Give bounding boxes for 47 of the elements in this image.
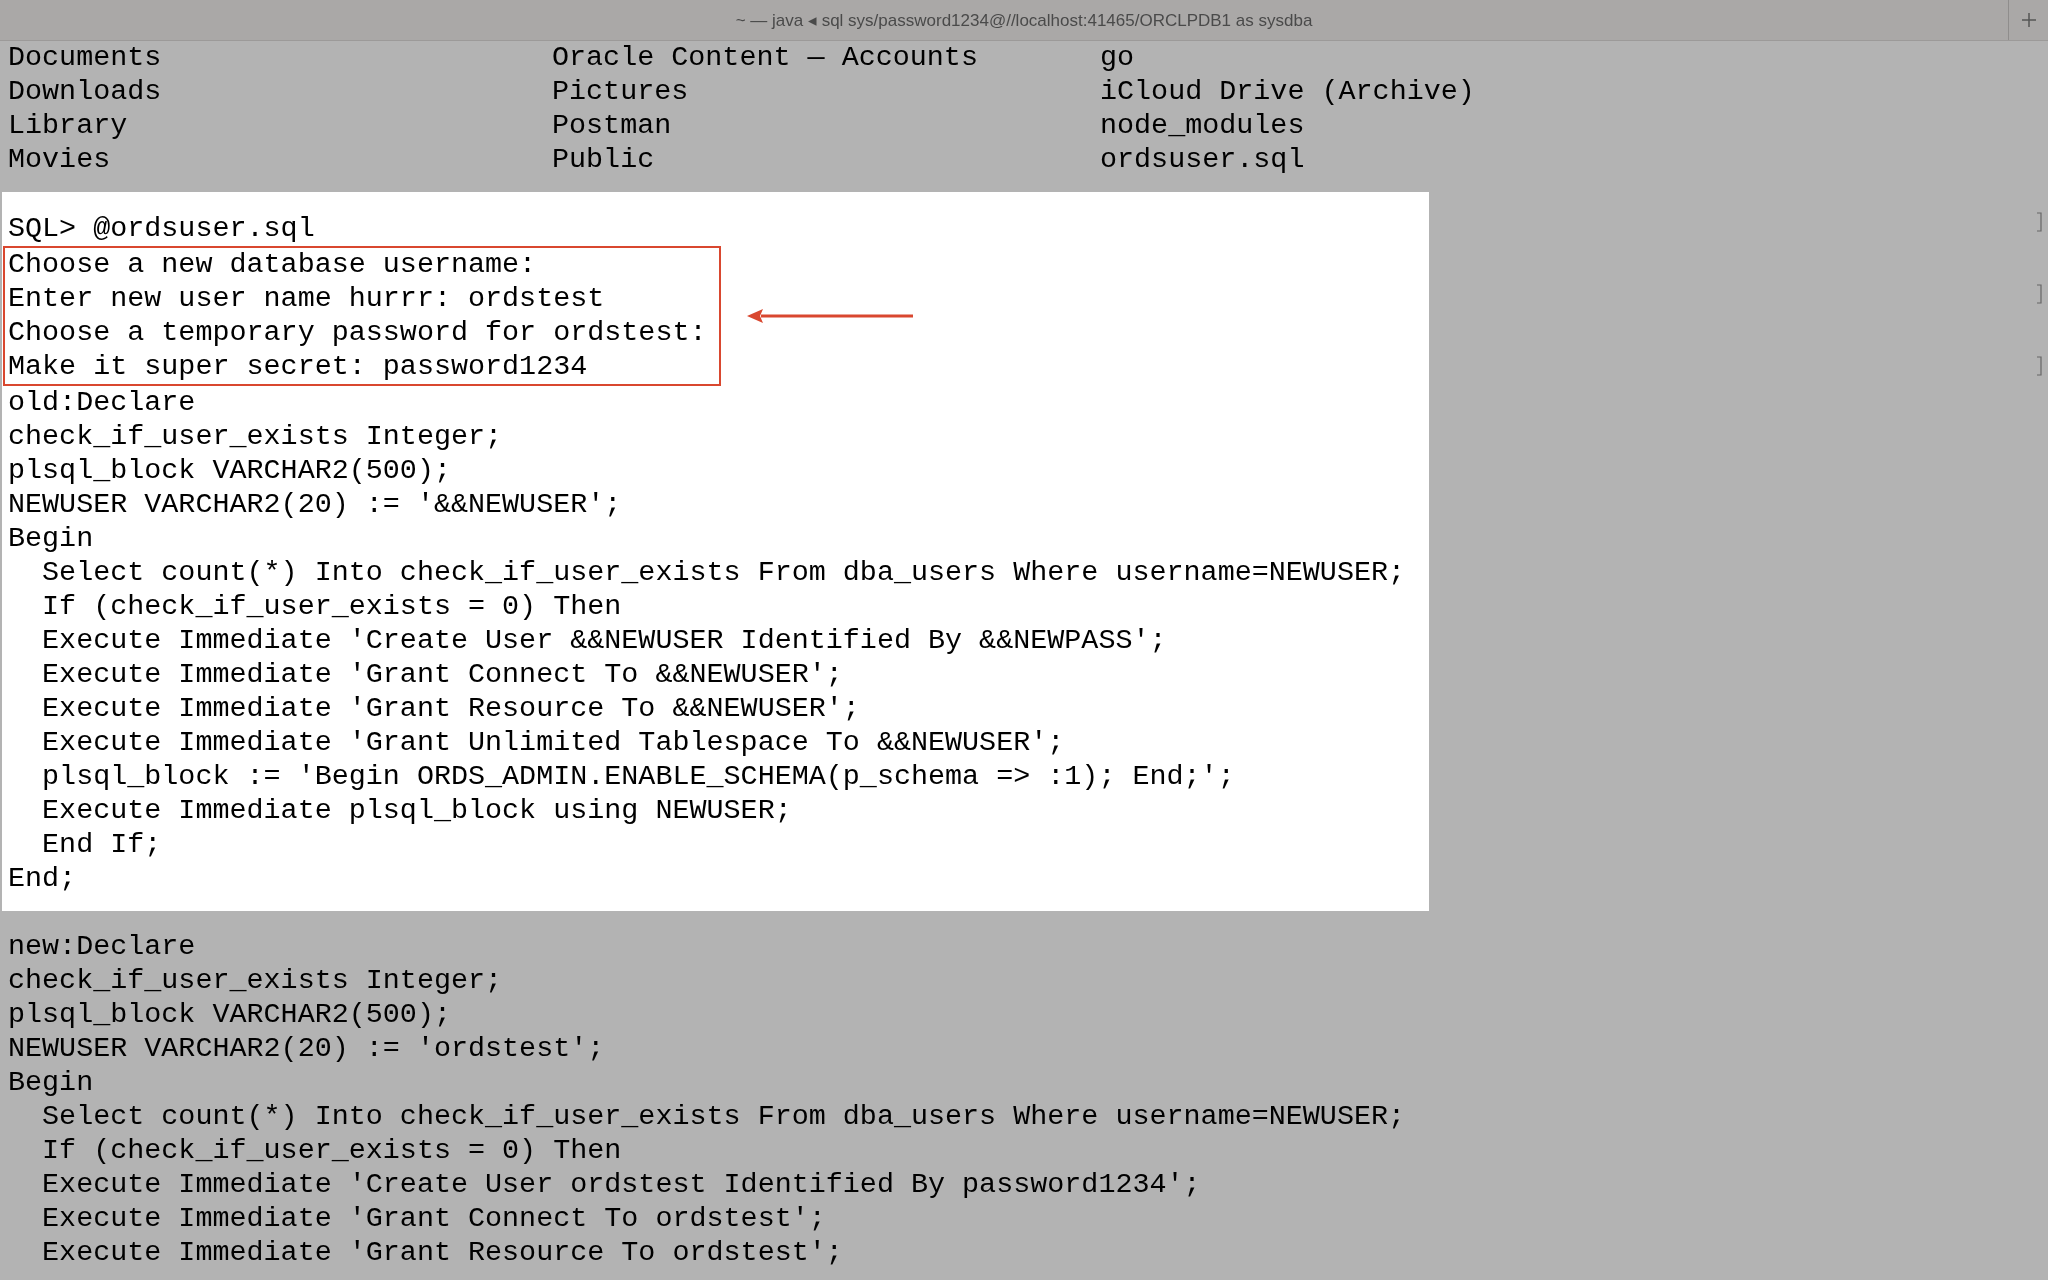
file-name: Public — [552, 143, 655, 177]
terminal-line: SQL> @ordsuser.sql — [8, 212, 315, 246]
window-title: ~ — java ◂ sql sys/password1234@//localhost:41465/ORCLPDB1 as sysdba — [735, 9, 1313, 31]
file-name: Oracle Content — Accounts — [552, 41, 978, 75]
plus-icon — [2020, 12, 2037, 28]
terminal-line: Execute Immediate 'Grant Unlimited Tablespace To &&NEWUSER'; — [41, 726, 1065, 760]
terminal-line: plsql_block VARCHAR2(500); — [8, 454, 451, 488]
file-name: Library — [8, 109, 128, 143]
terminal-line: check_if_user_exists Integer; — [8, 964, 503, 998]
bracket-mark-icon — [2036, 284, 2042, 304]
file-name: go — [1100, 41, 1135, 75]
terminal-line: Begin — [8, 1066, 94, 1100]
terminal-line: Execute Immediate 'Create User &&NEWUSER Identified By &&NEWPASS'; — [41, 624, 1167, 658]
terminal-line: check_if_user_exists Integer; — [8, 420, 503, 454]
terminal-line: Execute Immediate 'Create User ordstest Identified By password1234'; — [41, 1168, 1201, 1202]
terminal-line: If (check_if_user_exists = 0) Then — [41, 590, 622, 624]
terminal-line: End If; — [41, 828, 162, 862]
file-name: Movies — [8, 143, 111, 177]
terminal-line: Execute Immediate 'Grant Resource To &&NEWUSER'; — [41, 692, 860, 726]
terminal-line: plsql_block VARCHAR2(500); — [8, 998, 451, 1032]
terminal-line: Select count(*) Into check_if_user_exists From dba_users Where username=NEWUSER; — [41, 1100, 1406, 1134]
terminal-line: Execute Immediate 'Grant Connect To &&NEWUSER'; — [41, 658, 843, 692]
file-name: Documents — [8, 41, 162, 75]
terminal-line: Make it super secret: password1234 — [8, 350, 588, 384]
file-name: node_modules — [1100, 109, 1305, 143]
terminal-line: plsql_block := 'Begin ORDS_ADMIN.ENABLE_SCHEMA(p_schema => :1); End;'; — [41, 760, 1235, 794]
terminal-line: End; — [8, 862, 77, 896]
terminal-line: Choose a temporary password for ordstest: — [8, 316, 707, 350]
terminal-line: Execute Immediate 'Grant Resource To ordstest'; — [41, 1236, 843, 1270]
terminal-line: new:Declare — [8, 930, 196, 964]
terminal-line: Select count(*) Into check_if_user_exists From dba_users Where username=NEWUSER; — [41, 556, 1406, 590]
terminal-line: NEWUSER VARCHAR2(20) := '&&NEWUSER'; — [8, 488, 622, 522]
terminal-line: Execute Immediate plsql_block using NEWUSER; — [41, 794, 792, 828]
terminal-line: Choose a new database username: — [8, 248, 537, 282]
file-name: Postman — [552, 109, 672, 143]
bracket-mark-icon — [2036, 212, 2042, 232]
bracket-mark-icon — [2036, 356, 2042, 376]
terminal-line: Begin — [8, 522, 94, 556]
terminal-line: If (check_if_user_exists = 0) Then — [41, 1134, 622, 1168]
terminal-line: NEWUSER VARCHAR2(20) := 'ordstest'; — [8, 1032, 605, 1066]
file-name: Pictures — [552, 75, 689, 109]
terminal-line: Execute Immediate 'Grant Connect To ordstest'; — [41, 1202, 826, 1236]
file-name: ordsuser.sql — [1100, 143, 1305, 177]
file-name: iCloud Drive (Archive) — [1100, 75, 1475, 109]
terminal-line: Enter new user name hurrr: ordstest — [8, 282, 605, 316]
file-name: Downloads — [8, 75, 162, 109]
terminal-line: old:Declare — [8, 386, 196, 420]
